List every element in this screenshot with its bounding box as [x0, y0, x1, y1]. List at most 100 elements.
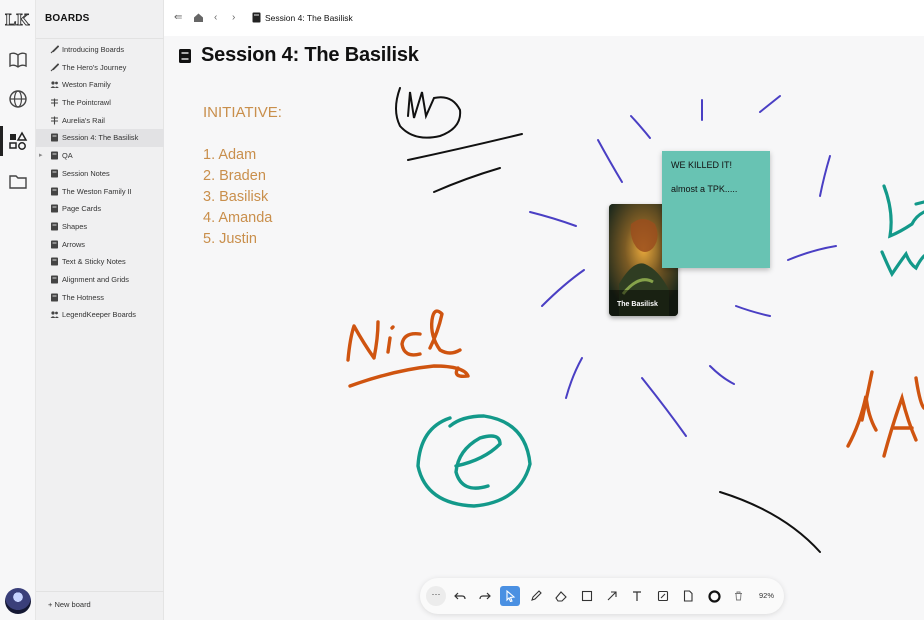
- book-icon: [51, 169, 58, 178]
- forward-icon[interactable]: ›: [232, 12, 235, 23]
- sidebar-item-label: The Hero's Journey: [62, 62, 127, 72]
- sidebar-item-legendkeeper-boards[interactable]: LegendKeeper Boards: [36, 306, 164, 324]
- sidebar-item-alignment-and-grids[interactable]: Alignment and Grids: [36, 271, 164, 289]
- book-icon: [51, 275, 58, 284]
- sidebar-item-the-hero-s-journey[interactable]: The Hero's Journey: [36, 59, 164, 77]
- eraser-icon[interactable]: [551, 586, 571, 606]
- sidebar-title: BOARDS: [45, 13, 90, 24]
- sidebar-item-label: Page Cards: [62, 204, 102, 214]
- sidebar-item-session-notes[interactable]: Session Notes: [36, 165, 164, 183]
- new-board-button[interactable]: + New board: [48, 600, 91, 609]
- burst-stroke: [597, 139, 623, 183]
- sidebar-item-label: Session Notes: [62, 168, 110, 178]
- sidebar-item-aurelia-s-rail[interactable]: Aurelia's Rail: [36, 112, 164, 130]
- book-icon[interactable]: [7, 49, 29, 71]
- card-label: The Basilisk: [617, 301, 658, 308]
- more-options-button[interactable]: ···: [426, 586, 446, 606]
- burst-stroke: [630, 115, 651, 139]
- brush-icon: [50, 45, 59, 54]
- teal-circle-scribble: [416, 414, 532, 508]
- globe-icon[interactable]: [7, 88, 29, 110]
- rail-active-indicator: [0, 126, 3, 156]
- trash-icon[interactable]: [728, 586, 748, 606]
- sidebar-item-label: Aurelia's Rail: [62, 115, 105, 125]
- burst-stroke: [759, 95, 781, 113]
- signpost-icon: [51, 116, 58, 125]
- app-rail: LK: [0, 0, 36, 620]
- sidebar-item-the-hotness[interactable]: The Hotness: [36, 289, 164, 307]
- sidebar-item-label: The Weston Family II: [62, 186, 132, 196]
- sidebar-item-label: Weston Family: [62, 80, 111, 90]
- app-logo[interactable]: LK: [5, 9, 31, 29]
- sidebar-bottom-divider: [36, 591, 164, 592]
- teal-edge-scribble: [880, 184, 924, 278]
- select-tool-button[interactable]: [500, 586, 520, 606]
- breadcrumb[interactable]: Session 4: The Basilisk: [265, 13, 353, 23]
- book-icon: [51, 240, 58, 249]
- sidebar-item-label: QA: [62, 151, 73, 161]
- undo-icon[interactable]: [450, 586, 470, 606]
- burst-stroke: [787, 245, 837, 261]
- page-card-icon[interactable]: [678, 586, 698, 606]
- top-bar: ⇚ ‹ › Session 4: The Basilisk: [164, 0, 924, 36]
- sidebar-item-arrows[interactable]: Arrows: [36, 236, 164, 254]
- book-icon: [51, 133, 58, 142]
- expand-caret-icon[interactable]: ▸: [39, 147, 43, 165]
- sidebar-item-label: Introducing Boards: [62, 45, 125, 54]
- sidebar-item-the-weston-family-ii[interactable]: The Weston Family II: [36, 183, 164, 201]
- sidebar-item-text-sticky-notes[interactable]: Text & Sticky Notes: [36, 253, 164, 271]
- cursor-icon: [505, 590, 515, 602]
- board-list: Introducing Boards The Hero's Journey West…: [36, 41, 164, 324]
- sidebar-item-label: Text & Sticky Notes: [62, 257, 126, 267]
- shapes-icon[interactable]: [7, 130, 29, 152]
- burst-stroke: [735, 305, 771, 317]
- rectangle-icon[interactable]: [577, 586, 597, 606]
- sticky-line-1: WE KILLED IT!: [671, 160, 733, 170]
- drawing-toolbar: ··· 92%: [420, 578, 784, 614]
- home-icon[interactable]: [193, 12, 204, 23]
- zoom-level[interactable]: 92%: [759, 591, 774, 600]
- nice-scribble: [346, 309, 470, 388]
- back-icon[interactable]: ‹: [214, 12, 217, 23]
- sticky-line-2: almost a TPK.....: [671, 184, 738, 194]
- book-icon: [51, 187, 58, 195]
- scribble-w: [395, 87, 462, 139]
- page-book-icon: [252, 12, 261, 23]
- black-line-2: [433, 167, 501, 193]
- sidebar-item-shapes[interactable]: Shapes: [36, 218, 164, 236]
- board-canvas[interactable]: Session 4: The Basilisk INITIATIVE: 1. A…: [164, 36, 924, 620]
- sidebar-item-weston-family[interactable]: Weston Family: [36, 76, 164, 94]
- sidebar-item-qa[interactable]: ▸ QA: [36, 147, 164, 165]
- black-line-3: [719, 491, 821, 553]
- sidebar-item-label: The Hotness: [62, 292, 104, 302]
- sidebar-item-the-pointcrawl[interactable]: The Pointcrawl: [36, 94, 164, 112]
- svg-text:LK: LK: [5, 10, 30, 29]
- burst-stroke: [819, 155, 831, 197]
- user-avatar[interactable]: [5, 588, 31, 614]
- arrow-icon[interactable]: [602, 586, 622, 606]
- sidebar-item-label: Alignment and Grids: [62, 274, 129, 284]
- boards-sidebar: BOARDS Introducing Boards The Hero's Jour…: [36, 0, 164, 620]
- signpost-icon: [51, 98, 58, 107]
- sidebar-item-label: Shapes: [62, 221, 88, 231]
- freehand-drawings[interactable]: [164, 36, 924, 620]
- burst-stroke: [529, 211, 577, 227]
- redo-icon[interactable]: [475, 586, 495, 606]
- sidebar-item-session-4-the-basilisk[interactable]: Session 4: The Basilisk: [36, 129, 164, 148]
- yay-scribble: [846, 370, 924, 458]
- sticky-note[interactable]: WE KILLED IT! almost a TPK.....: [662, 151, 770, 268]
- collapse-sidebar-icon[interactable]: ⇚: [174, 12, 182, 23]
- folder-icon[interactable]: [7, 170, 29, 192]
- text-icon[interactable]: [627, 586, 647, 606]
- book-icon: [51, 293, 58, 302]
- sidebar-item-label: Session 4: The Basilisk: [62, 133, 139, 143]
- burst-stroke: [565, 357, 583, 399]
- sticky-note-icon[interactable]: [653, 586, 673, 606]
- sidebar-item-label: Arrows: [62, 239, 85, 249]
- pen-icon[interactable]: [526, 586, 546, 606]
- color-picker-icon[interactable]: [704, 586, 724, 606]
- sidebar-item-label: The Pointcrawl: [62, 98, 111, 108]
- sidebar-item-page-cards[interactable]: Page Cards: [36, 200, 164, 218]
- burst-stroke: [709, 365, 735, 385]
- sidebar-item-introducing-boards[interactable]: Introducing Boards: [36, 41, 164, 59]
